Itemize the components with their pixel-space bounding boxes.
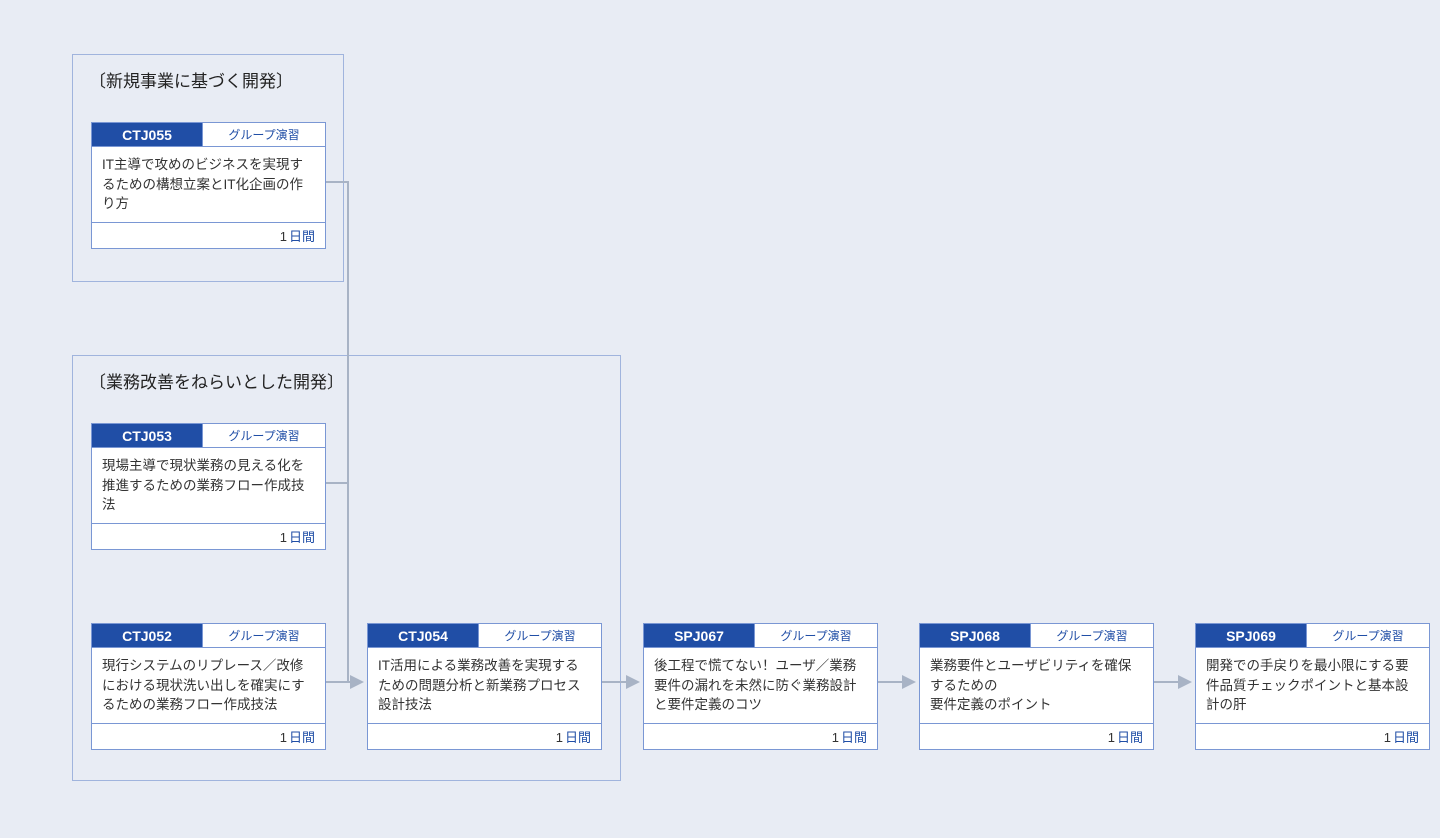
course-desc: IT主導で攻めのビジネスを実現するための構想立案とIT化企画の作り方 [92, 147, 325, 223]
course-desc: IT活用による業務改善を実現するための問題分析と新業務プロセス設計技法 [368, 648, 601, 724]
course-desc: 開発での手戻りを最小限にする要件品質チェックポイントと基本設計の肝 [1196, 648, 1429, 724]
duration-unit: 日間 [841, 730, 867, 745]
course-duration: 1日間 [1196, 724, 1429, 749]
course-duration: 1日間 [644, 724, 877, 749]
course-duration: 1日間 [92, 724, 325, 749]
card-header: SPJ067 グループ演習 [644, 624, 877, 648]
duration-number: 1 [832, 730, 839, 745]
card-header: CTJ053 グループ演習 [92, 424, 325, 448]
course-id: SPJ069 [1196, 624, 1306, 647]
duration-number: 1 [556, 730, 563, 745]
course-badge: グループ演習 [1306, 624, 1429, 647]
duration-unit: 日間 [289, 229, 315, 244]
duration-unit: 日間 [565, 730, 591, 745]
course-duration: 1日間 [368, 724, 601, 749]
duration-unit: 日間 [289, 730, 315, 745]
group-title: 〔業務改善をねらいとした開発〕 [73, 356, 620, 401]
card-header: CTJ052 グループ演習 [92, 624, 325, 648]
duration-number: 1 [280, 530, 287, 545]
course-id: CTJ054 [368, 624, 478, 647]
course-desc: 現場主導で現状業務の見える化を推進するための業務フロー作成技法 [92, 448, 325, 524]
course-card-spj069[interactable]: SPJ069 グループ演習 開発での手戻りを最小限にする要件品質チェックポイント… [1195, 623, 1430, 750]
course-duration: 1日間 [92, 524, 325, 549]
course-card-ctj052[interactable]: CTJ052 グループ演習 現行システムのリプレース／改修における現状洗い出しを… [91, 623, 326, 750]
course-card-ctj053[interactable]: CTJ053 グループ演習 現場主導で現状業務の見える化を推進するための業務フロ… [91, 423, 326, 550]
course-badge: グループ演習 [202, 424, 325, 447]
course-id: SPJ067 [644, 624, 754, 647]
card-header: CTJ054 グループ演習 [368, 624, 601, 648]
course-id: CTJ052 [92, 624, 202, 647]
duration-number: 1 [280, 730, 287, 745]
course-duration: 1日間 [92, 223, 325, 248]
course-badge: グループ演習 [754, 624, 877, 647]
course-id: SPJ068 [920, 624, 1030, 647]
duration-unit: 日間 [1117, 730, 1143, 745]
course-desc: 現行システムのリプレース／改修における現状洗い出しを確実にするための業務フロー作… [92, 648, 325, 724]
course-desc: 後工程で慌てない！ユーザ／業務要件の漏れを未然に防ぐ業務設計と要件定義のコツ [644, 648, 877, 724]
group-title: 〔新規事業に基づく開発〕 [73, 55, 343, 100]
duration-number: 1 [1108, 730, 1115, 745]
course-badge: グループ演習 [1030, 624, 1153, 647]
duration-number: 1 [1384, 730, 1391, 745]
duration-number: 1 [280, 229, 287, 244]
course-card-ctj055[interactable]: CTJ055 グループ演習 IT主導で攻めのビジネスを実現するための構想立案とI… [91, 122, 326, 249]
course-id: CTJ053 [92, 424, 202, 447]
course-badge: グループ演習 [478, 624, 601, 647]
course-badge: グループ演習 [202, 123, 325, 146]
course-desc: 業務要件とユーザビリティを確保するための 要件定義のポイント [920, 648, 1153, 724]
card-header: SPJ069 グループ演習 [1196, 624, 1429, 648]
course-card-ctj054[interactable]: CTJ054 グループ演習 IT活用による業務改善を実現するための問題分析と新業… [367, 623, 602, 750]
course-id: CTJ055 [92, 123, 202, 146]
duration-unit: 日間 [289, 530, 315, 545]
card-header: CTJ055 グループ演習 [92, 123, 325, 147]
course-card-spj068[interactable]: SPJ068 グループ演習 業務要件とユーザビリティを確保するための 要件定義の… [919, 623, 1154, 750]
course-badge: グループ演習 [202, 624, 325, 647]
card-header: SPJ068 グループ演習 [920, 624, 1153, 648]
duration-unit: 日間 [1393, 730, 1419, 745]
course-duration: 1日間 [920, 724, 1153, 749]
course-card-spj067[interactable]: SPJ067 グループ演習 後工程で慌てない！ユーザ／業務要件の漏れを未然に防ぐ… [643, 623, 878, 750]
